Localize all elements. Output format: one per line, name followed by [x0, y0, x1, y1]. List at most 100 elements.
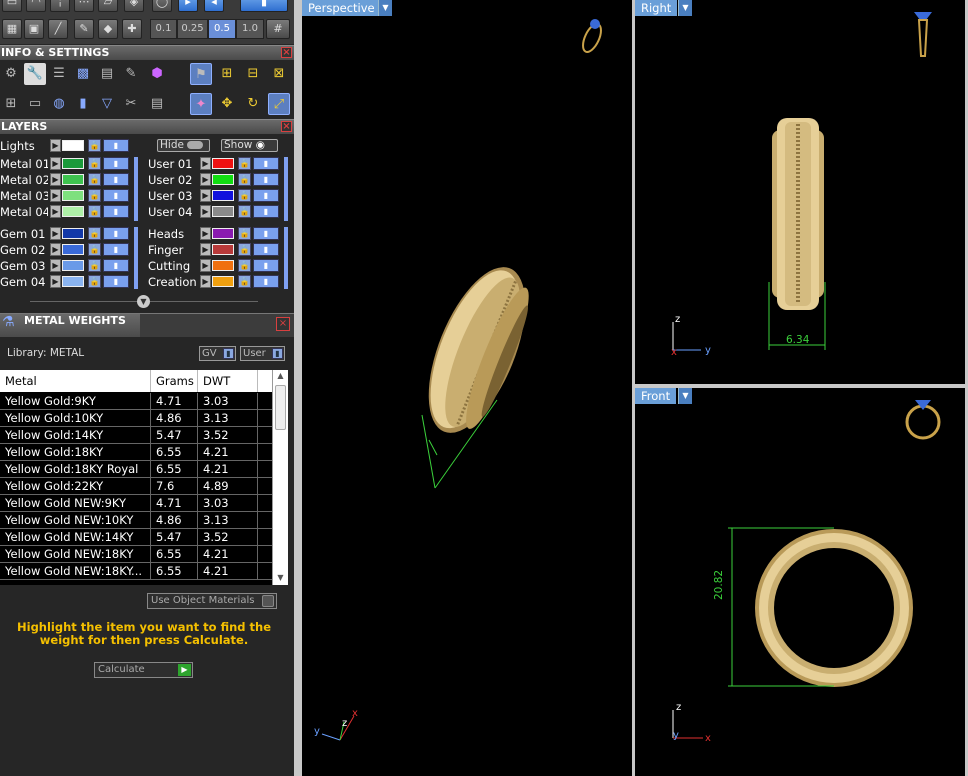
edit-icon[interactable]: ✎: [120, 63, 142, 85]
close-icon[interactable]: ×: [281, 121, 292, 132]
user-checkbox[interactable]: User ▮: [240, 346, 285, 361]
visibility-toggle[interactable]: ▮: [253, 275, 279, 288]
visibility-toggle[interactable]: ▮: [253, 157, 279, 170]
visibility-toggle[interactable]: ▮: [103, 139, 129, 152]
expand-arrow-icon[interactable]: ▶: [50, 275, 61, 288]
sphere-icon[interactable]: ◍: [48, 93, 70, 115]
right-viewport[interactable]: Right ▼ z y x 6.34: [635, 0, 965, 384]
layer-row[interactable]: Metal 03 ▶ 🔒 ▮: [0, 189, 140, 203]
tool-button[interactable]: ◈: [124, 0, 144, 12]
move-icon[interactable]: ✥: [216, 93, 238, 115]
snap-icon[interactable]: ✎: [74, 19, 94, 39]
use-object-materials-button[interactable]: Use Object Materials: [147, 593, 277, 609]
tool-button[interactable]: ◠: [26, 0, 46, 12]
visibility-toggle[interactable]: ▮: [253, 227, 279, 240]
lock-icon[interactable]: 🔒: [238, 189, 251, 202]
visibility-toggle[interactable]: ▮: [103, 189, 129, 202]
settings-gear-icon[interactable]: ⚙: [0, 63, 22, 85]
lock-icon[interactable]: 🔒: [88, 227, 101, 240]
gv-checkbox[interactable]: GV ▮: [199, 346, 236, 361]
scale-option[interactable]: 1.0: [236, 19, 264, 39]
layer-color-swatch[interactable]: [212, 190, 234, 201]
visibility-toggle[interactable]: ▮: [103, 205, 129, 218]
layer-color-swatch[interactable]: [212, 158, 234, 169]
expand-arrow-icon[interactable]: ▶: [200, 189, 211, 202]
document-icon[interactable]: ▤: [96, 63, 118, 85]
table-row[interactable]: Yellow Gold NEW:10KY 4.86 3.13: [0, 512, 272, 529]
scale-icon[interactable]: ⤢: [268, 93, 290, 115]
layer-row[interactable]: User 04 ▶ 🔒 ▮: [148, 205, 288, 219]
grid-icon[interactable]: ▦: [2, 19, 22, 39]
lock-icon[interactable]: 🔒: [238, 243, 251, 256]
layer-row[interactable]: Heads ▶ 🔒 ▮: [148, 227, 288, 241]
scale-option-selected[interactable]: 0.5: [208, 19, 236, 39]
expand-arrow-icon[interactable]: ▶: [50, 205, 61, 218]
layer-color-swatch[interactable]: [212, 174, 234, 185]
filter-icon[interactable]: ▽: [96, 93, 118, 115]
tool-button[interactable]: ▭: [2, 0, 22, 12]
visibility-toggle[interactable]: ▮: [103, 157, 129, 170]
lock-icon[interactable]: 🔒: [88, 189, 101, 202]
expand-arrow-icon[interactable]: ▶: [50, 259, 61, 272]
visibility-toggle[interactable]: ▮: [253, 243, 279, 256]
tool-button[interactable]: ▸: [178, 0, 198, 12]
layer-row[interactable]: User 01 ▶ 🔒 ▮: [148, 157, 288, 171]
lock-icon[interactable]: 🔒: [238, 275, 251, 288]
close-icon[interactable]: ×: [281, 47, 292, 58]
table-row[interactable]: Yellow Gold:14KY 5.47 3.52: [0, 427, 272, 444]
hide-button[interactable]: Hide: [157, 139, 210, 152]
scroll-thumb[interactable]: [275, 385, 286, 430]
visibility-toggle[interactable]: ▮: [103, 243, 129, 256]
expand-arrow-icon[interactable]: ▶: [200, 243, 211, 256]
visibility-toggle[interactable]: ▮: [253, 173, 279, 186]
layer-row[interactable]: User 02 ▶ 🔒 ▮: [148, 173, 288, 187]
box-icon[interactable]: ▩: [72, 63, 94, 85]
lock-icon[interactable]: 🔒: [88, 259, 101, 272]
plane-icon[interactable]: ◆: [98, 19, 118, 39]
tool-button[interactable]: ▮: [240, 0, 288, 12]
scroll-up-icon[interactable]: ▲: [275, 371, 286, 382]
layer-color-swatch[interactable]: [212, 206, 234, 217]
layer-row[interactable]: User 03 ▶ 🔒 ▮: [148, 189, 288, 203]
lights-layer-row[interactable]: Lights ▶ 🔒 ▮: [0, 139, 140, 153]
layers-stack-icon[interactable]: ☰: [48, 63, 70, 85]
lock-icon[interactable]: 🔒: [88, 205, 101, 218]
table-row[interactable]: Yellow Gold:10KY 4.86 3.13: [0, 410, 272, 427]
table-row[interactable]: Yellow Gold:18KY Royal 6.55 4.21: [0, 461, 272, 478]
wrench-icon[interactable]: 🔧: [24, 63, 46, 85]
visibility-toggle[interactable]: ▮: [103, 227, 129, 240]
report-icon[interactable]: ▤: [146, 93, 168, 115]
layer-row[interactable]: Creation ▶ 🔒 ▮: [148, 275, 288, 289]
lock-icon[interactable]: 🔒: [88, 275, 101, 288]
expand-arrow-icon[interactable]: ▶: [50, 243, 61, 256]
scale-option[interactable]: 0.25: [177, 19, 208, 39]
layer-color-swatch[interactable]: [62, 244, 84, 255]
delete-transform-icon[interactable]: ⊠: [268, 63, 290, 85]
transform-icon[interactable]: ⊞: [216, 63, 238, 85]
lock-icon[interactable]: 🔒: [238, 205, 251, 218]
expand-arrow-icon[interactable]: ▶: [200, 205, 211, 218]
show-button[interactable]: Show ◉: [221, 139, 278, 152]
layer-color-swatch[interactable]: [212, 260, 234, 271]
layer-row[interactable]: Metal 02 ▶ 🔒 ▮: [0, 173, 140, 187]
metal-weights-tab[interactable]: ⚗ METAL WEIGHTS: [0, 314, 140, 338]
scale-option[interactable]: 0.1: [150, 19, 177, 39]
table-scrollbar[interactable]: ▲ ▼: [272, 370, 288, 585]
table-row[interactable]: Yellow Gold:22KY 7.6 4.89: [0, 478, 272, 495]
lock-icon[interactable]: 🔒: [238, 259, 251, 272]
visibility-toggle[interactable]: ▮: [103, 259, 129, 272]
layer-color-swatch[interactable]: [62, 260, 84, 271]
cube-icon[interactable]: ▣: [24, 19, 44, 39]
panel-icon[interactable]: ▮: [72, 93, 94, 115]
visibility-toggle[interactable]: ▮: [253, 259, 279, 272]
tool-button[interactable]: ◯: [152, 0, 172, 12]
grid-snap-icon[interactable]: #: [266, 19, 290, 39]
visibility-toggle[interactable]: ▮: [103, 275, 129, 288]
expand-arrow-icon[interactable]: ▶: [50, 173, 61, 186]
scissors-icon[interactable]: ✂: [120, 93, 142, 115]
column-header-metal[interactable]: Metal: [0, 370, 151, 392]
expand-arrow-icon[interactable]: ▶: [200, 275, 211, 288]
tool-button[interactable]: ╎: [50, 0, 70, 12]
table-row[interactable]: Yellow Gold:9KY 4.71 3.03: [0, 393, 272, 410]
select-tool-icon[interactable]: ⚑: [190, 63, 212, 85]
